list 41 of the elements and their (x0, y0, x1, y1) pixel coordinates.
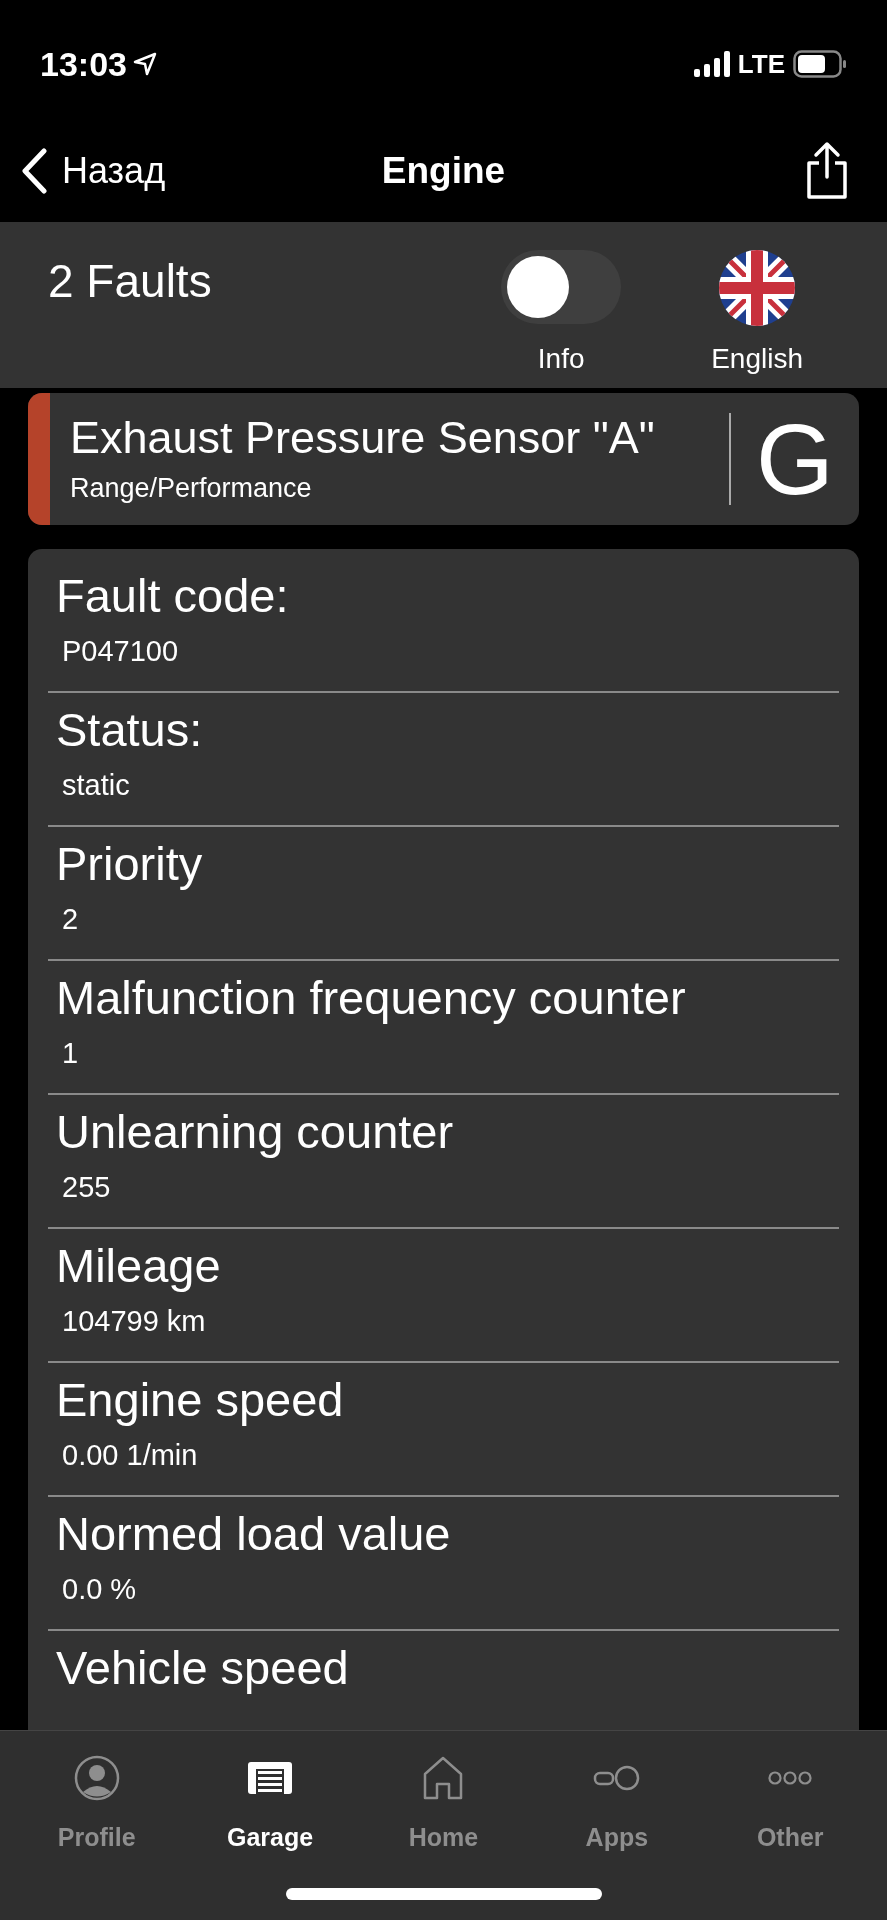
chevron-left-icon (20, 148, 48, 194)
detail-label: Normed load value (55, 1506, 452, 1562)
detail-value: P047100 (61, 633, 180, 669)
garage-icon (247, 1761, 294, 1795)
tab-item[interactable]: Other (715, 1751, 866, 1857)
detail-value: 255 (61, 1169, 112, 1205)
home-icon (422, 1755, 465, 1801)
detail-label: Unlearning counter (55, 1104, 455, 1160)
language-label: English (711, 342, 803, 376)
screen-title: Engine (381, 149, 506, 194)
faults-count: 2 Faults (48, 258, 212, 309)
signal-icon (693, 51, 730, 77)
info-label: Info (537, 342, 585, 376)
more-icon (768, 1770, 813, 1786)
detail-value: 0.0 % (61, 1571, 138, 1607)
detail-label: Fault code: (55, 568, 290, 624)
status-time: 13:03 (40, 43, 127, 85)
battery-icon (793, 50, 847, 78)
network-label: LTE (737, 47, 785, 81)
tab-item[interactable]: Apps (541, 1751, 692, 1857)
tab-item[interactable]: Home (368, 1751, 519, 1857)
back-button[interactable]: Назад (20, 144, 166, 198)
tab-item[interactable]: Garage (195, 1751, 346, 1857)
detail-label: Mileage (55, 1238, 222, 1294)
detail-label: Vehicle speed (55, 1640, 350, 1696)
detail-label: Status: (55, 702, 204, 758)
detail-value: 104799 km (61, 1303, 207, 1339)
detail-label: Malfunction frequency counter (55, 970, 687, 1026)
fault-subtitle: Range/Performance (70, 471, 313, 505)
fault-title: Exhaust Pressure Sensor "A" (70, 410, 656, 465)
profile-icon (73, 1755, 120, 1801)
detail-label: Engine speed (55, 1372, 345, 1428)
detail-value: 1 (61, 1035, 80, 1071)
detail-value: static (61, 767, 131, 803)
toggle-shapes-icon (592, 1765, 641, 1791)
detail-label: Priority (55, 836, 204, 892)
detail-value: 0.00 1/min (61, 1437, 199, 1473)
tab-item[interactable]: Profile (21, 1751, 172, 1857)
detail-value: 2 (61, 901, 80, 937)
translate-button[interactable]: G (731, 393, 859, 525)
location-arrow-icon (132, 52, 157, 76)
